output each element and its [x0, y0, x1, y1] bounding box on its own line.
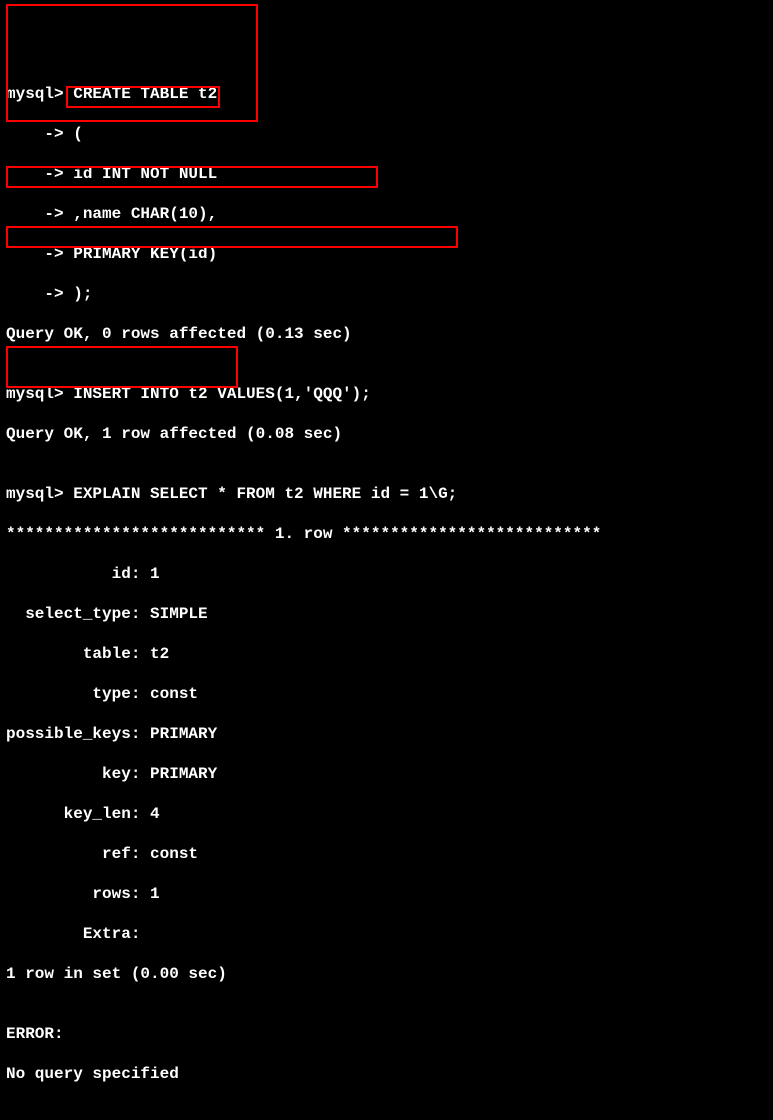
terminal-line-rows-in-set: 1 row in set (0.00 sec) [6, 964, 767, 984]
terminal-line-paren: -> ( [6, 124, 767, 144]
terminal-line-primary-key: -> PRIMARY KEY(id) [6, 244, 767, 264]
terminal-line-id: id: 1 [6, 564, 767, 584]
terminal-line-row-header: *************************** 1. row *****… [6, 524, 767, 544]
terminal-line-select-type: select_type: SIMPLE [6, 604, 767, 624]
terminal-line-ref: ref: const [6, 844, 767, 864]
terminal-line-key-len: key_len: 4 [6, 804, 767, 824]
terminal-line-type: type: const [6, 684, 767, 704]
terminal-line-query-ok-1: Query OK, 0 rows affected (0.13 sec) [6, 324, 767, 344]
terminal-line-close-paren: -> ); [6, 284, 767, 304]
terminal-line-explain: mysql> EXPLAIN SELECT * FROM t2 WHERE id… [6, 484, 767, 504]
terminal-line-no-query: No query specified [6, 1064, 767, 1084]
terminal-line-rows: rows: 1 [6, 884, 767, 904]
terminal-line-id-col: -> id INT NOT NULL [6, 164, 767, 184]
terminal-line-possible-keys: possible_keys: PRIMARY [6, 724, 767, 744]
terminal-line-key: key: PRIMARY [6, 764, 767, 784]
highlight-possible-keys [6, 346, 238, 388]
terminal-line-create: mysql> CREATE TABLE t2 [6, 84, 767, 104]
terminal-line-error: ERROR: [6, 1024, 767, 1044]
terminal-line-insert: mysql> INSERT INTO t2 VALUES(1,'QQQ'); [6, 384, 767, 404]
highlight-create-table [6, 4, 258, 122]
terminal-line-query-ok-2: Query OK, 1 row affected (0.08 sec) [6, 424, 767, 444]
terminal-line-table: table: t2 [6, 644, 767, 664]
terminal-line-extra: Extra: [6, 924, 767, 944]
terminal-line-name-col: -> ,name CHAR(10), [6, 204, 767, 224]
